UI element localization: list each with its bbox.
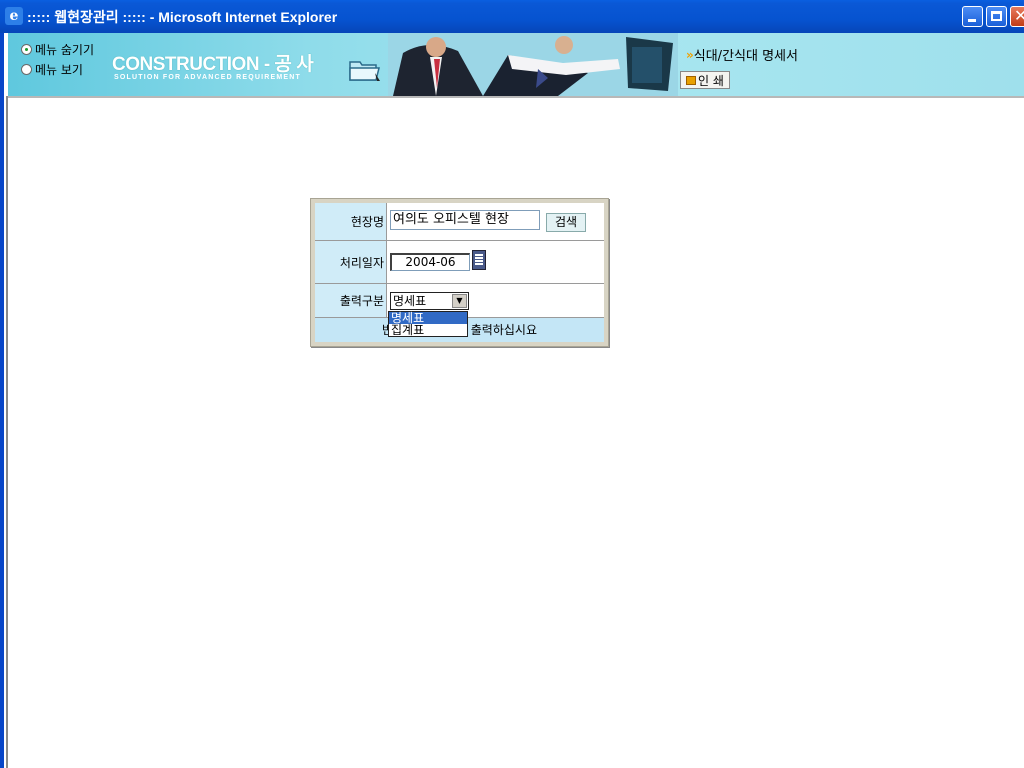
dropdown-option[interactable]: 집계표 [389,324,467,336]
window-title: ::::: 웹현장관리 ::::: - Microsoft Internet E… [27,9,338,25]
radio-hide-menu-label: 메뉴 숨기기 [35,43,95,57]
site-label: 현장명 [315,203,387,240]
businessman-running-graphic [388,33,678,96]
print-button[interactable]: 인 쇄 [680,71,730,89]
calendar-icon[interactable] [472,250,486,270]
document-title-label: 식대/간식대 명세서 [693,49,798,64]
chevron-down-icon[interactable]: ▼ [452,294,467,308]
site-row: 현장명 여의도 오피스텔 현장 검색 [315,203,604,241]
date-label: 처리일자 [315,241,387,283]
window-frame-left [0,33,4,768]
radio-hide-menu[interactable]: 메뉴 숨기기 [21,41,94,58]
output-type-select[interactable]: 명세표 ▼ [390,292,469,310]
radio-selected-icon[interactable] [21,44,32,55]
date-input[interactable]: 2004-06 [390,253,470,271]
output-type-selected: 명세표 [393,294,427,308]
output-label: 출력구분 [315,284,387,317]
double-arrow-icon: » [686,47,694,62]
brand-subtitle: SOLUTION FOR ADVANCED REQUIREMENT [114,74,301,81]
site-name-input[interactable]: 여의도 오피스텔 현장 [390,210,540,230]
output-type-dropdown[interactable]: 명세표 집계표 [388,311,468,337]
search-button[interactable]: 검색 [546,213,586,232]
folder-icon [349,61,380,81]
radio-show-menu[interactable]: 메뉴 보기 [21,61,83,78]
close-button[interactable]: ✕ [1010,6,1024,27]
print-button-label: 인 쇄 [698,73,724,88]
date-row: 처리일자 2004-06 [315,241,604,284]
radio-unselected-icon[interactable] [21,64,32,75]
radio-show-menu-label: 메뉴 보기 [35,63,83,77]
brand-title: CONSTRUCTION - 공 사 [112,54,314,75]
minimize-button[interactable] [962,6,983,27]
printer-icon [686,75,697,85]
document-title: » 식대/간식대 명세서 [686,45,798,65]
close-icon: ✕ [1014,6,1024,25]
frame-divider [6,96,8,768]
maximize-button[interactable] [986,6,1007,27]
header-banner: 메뉴 숨기기 메뉴 보기 CONSTRUCTION - 공 사 SOLUTION… [8,33,1024,98]
internet-explorer-icon: e [5,7,23,25]
title-bar: e ::::: 웹현장관리 ::::: - Microsoft Internet… [0,0,1024,33]
